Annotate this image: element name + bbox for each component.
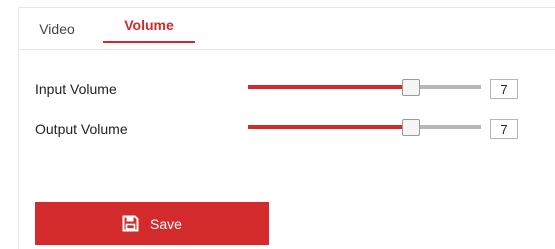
input-volume-value-field[interactable] xyxy=(490,79,518,99)
input-volume-slider-fill xyxy=(248,85,411,89)
output-volume-slider[interactable] xyxy=(248,119,481,136)
output-volume-slider-fill xyxy=(248,125,411,129)
tab-bar: Video Volume xyxy=(19,8,555,50)
save-button-label: Save xyxy=(150,215,182,232)
tab-volume[interactable]: Volume xyxy=(103,8,195,43)
input-volume-label: Input Volume xyxy=(35,81,117,97)
floppy-disk-icon xyxy=(122,215,139,232)
tab-video[interactable]: Video xyxy=(35,8,79,49)
input-volume-slider[interactable] xyxy=(248,79,481,96)
output-volume-value-field[interactable] xyxy=(490,119,518,139)
output-volume-label: Output Volume xyxy=(35,121,128,137)
input-volume-slider-thumb[interactable] xyxy=(402,79,420,96)
save-button[interactable]: Save xyxy=(35,202,269,245)
output-volume-slider-thumb[interactable] xyxy=(402,119,420,136)
